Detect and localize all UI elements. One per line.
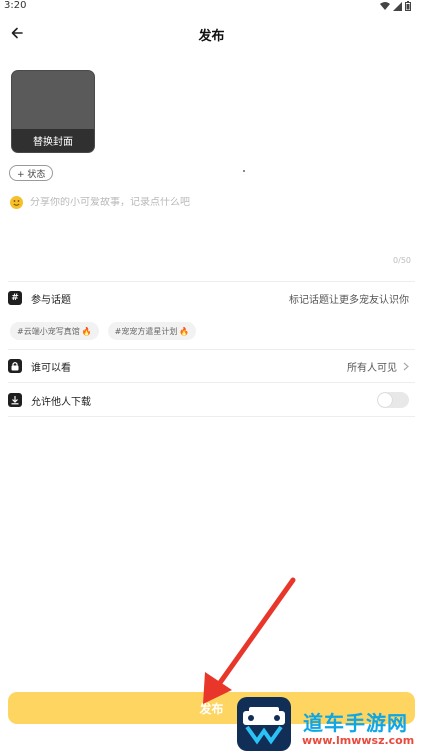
status-time: 3:20 [4, 0, 27, 11]
smile-icon[interactable] [10, 195, 23, 209]
topic-row[interactable]: # 参与话题 标记话题让更多宠友认识你 [8, 287, 415, 309]
status-bar: 3:20 [0, 0, 423, 14]
download-toggle[interactable] [377, 392, 409, 408]
visibility-value-wrap: 所有人可见 [347, 359, 409, 374]
topic-hint: 标记话题让更多宠友认识你 [289, 294, 409, 306]
divider [8, 382, 415, 383]
watermark-logo [237, 697, 291, 751]
tag-chip-text: #宠宠方遣星计划 [114, 326, 178, 336]
hash-icon: # [8, 291, 22, 305]
watermark-url: www.lmwwsz.com [302, 734, 415, 747]
download-label: 允许他人下载 [31, 396, 91, 408]
status-icons [380, 1, 411, 11]
download-row: 允许他人下载 [8, 389, 415, 411]
story-input[interactable] [30, 196, 400, 208]
signal-icon [393, 1, 402, 11]
flame-icon: 🔥 [179, 326, 190, 336]
tag-chip[interactable]: #云端小宠写真馆 🔥 [10, 322, 99, 340]
page-title: 发布 [198, 29, 225, 44]
back-button[interactable] [6, 22, 28, 44]
download-icon [8, 393, 22, 407]
header: 发布 [0, 18, 423, 48]
flame-icon: 🔥 [81, 326, 92, 336]
visibility-row[interactable]: 谁可以看 所有人可见 [8, 355, 415, 377]
visibility-value: 所有人可见 [347, 362, 397, 374]
char-counter: 0/50 [393, 256, 411, 265]
divider [8, 349, 415, 350]
compose-area [10, 192, 410, 212]
tag-chips: #云端小宠写真馆 🔥 #宠宠方遣星计划 🔥 [10, 322, 197, 340]
replace-cover-button[interactable]: 替换封面 [12, 129, 94, 152]
arrow-left-icon [11, 27, 23, 39]
lock-icon [8, 359, 22, 373]
battery-icon [405, 1, 411, 11]
download-toggle-wrap [377, 392, 409, 408]
topic-label: 参与话题 [31, 294, 71, 306]
watermark-text: 道车手游网 [303, 711, 408, 735]
toggle-knob [378, 393, 392, 407]
visibility-label: 谁可以看 [31, 362, 71, 374]
add-status-chip[interactable]: + 状态 [9, 165, 54, 181]
divider [8, 281, 415, 282]
tag-chip-text: #云端小宠写真馆 [17, 326, 80, 336]
chevron-right-icon [403, 362, 409, 370]
cover-image[interactable]: 替换封面 [11, 70, 95, 153]
cursor-dot [243, 170, 245, 172]
wifi-icon [380, 1, 390, 10]
divider [8, 416, 415, 417]
tag-chip[interactable]: #宠宠方遣星计划 🔥 [107, 322, 197, 340]
